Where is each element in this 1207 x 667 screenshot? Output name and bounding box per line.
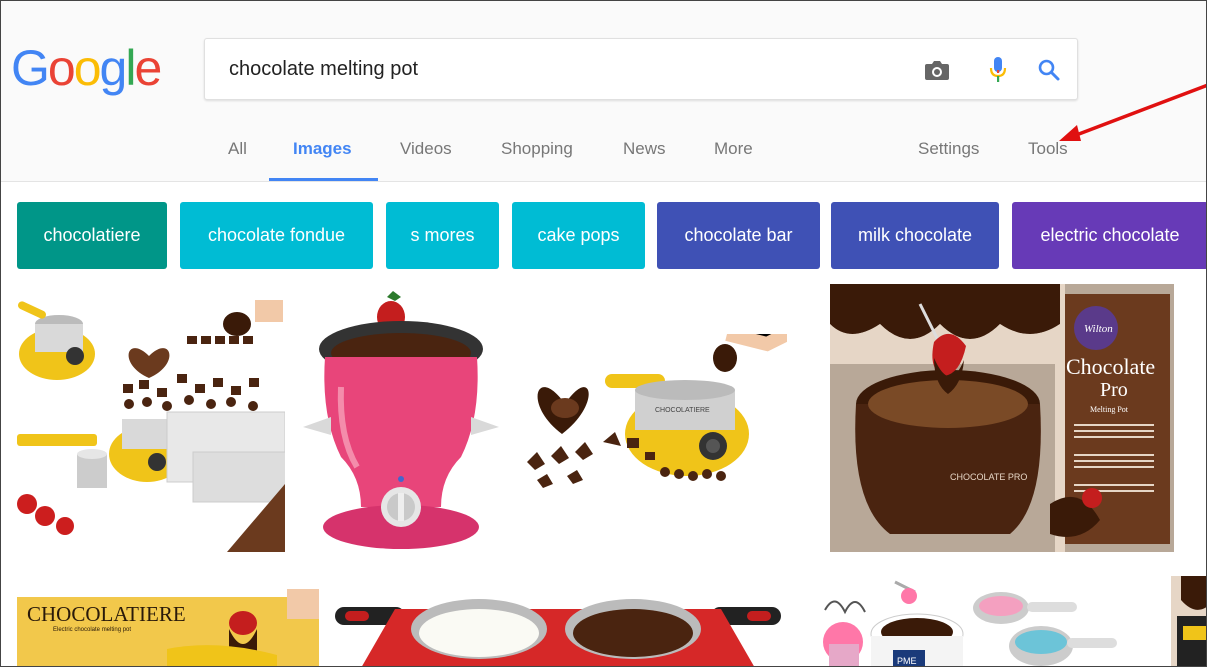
search-tabs: All Images Videos Shopping News More Set… <box>1 131 1206 182</box>
chip-chocolatiere[interactable]: chocolatiere <box>17 202 167 269</box>
chip-label: chocolate fondue <box>207 225 346 245</box>
partial-chocolate-image <box>1171 576 1206 666</box>
image-result-3[interactable]: CHOCOLATIERE <box>517 334 787 499</box>
search-input[interactable] <box>229 53 909 85</box>
mic-icon[interactable] <box>983 55 1013 85</box>
pme-melting-pot-image: PME <box>805 572 1149 666</box>
wilton-title-1: Chocolate <box>1066 354 1155 379</box>
tab-more[interactable]: More <box>714 139 753 159</box>
image-result-4[interactable]: CHOCOLATE PRO Wilton Chocolate Pro Melti… <box>830 284 1174 552</box>
chip-label: chocolate bar <box>684 225 793 245</box>
related-search-chips: chocolatiere chocolate fondue s mores ca… <box>1 202 1206 270</box>
tab-shopping[interactable]: Shopping <box>501 139 573 159</box>
image-result-1[interactable] <box>17 294 285 552</box>
chip-label: milk chocolate <box>857 225 973 245</box>
chocolatiere-box-subtitle: Electric chocolate melting pot <box>53 627 131 633</box>
pink-melting-pot-image <box>301 287 501 551</box>
tab-news[interactable]: News <box>623 139 666 159</box>
logo-letter: o <box>47 40 76 96</box>
image-result-2[interactable] <box>301 287 501 551</box>
tab-videos[interactable]: Videos <box>400 139 452 159</box>
wilton-brand-text: Wilton <box>1084 323 1113 335</box>
logo-letter: e <box>134 40 162 96</box>
annotation-arrow <box>1059 83 1206 141</box>
chip-chocolate-fondue[interactable]: chocolate fondue <box>180 202 373 269</box>
image-result-8[interactable] <box>1171 576 1206 666</box>
search-box <box>204 38 1078 100</box>
image-result-6[interactable] <box>335 589 781 666</box>
search-header: Google chocolate melting pot All Images … <box>1 1 1206 182</box>
chip-electric-chocolate[interactable]: electric chocolate <box>1012 202 1206 269</box>
tab-settings[interactable]: Settings <box>918 139 979 159</box>
logo-letter: l <box>125 40 136 96</box>
chocolatiere-box-image: CHOCOLATIERE Electric chocolate melting … <box>17 589 319 666</box>
logo-letter: g <box>99 40 128 96</box>
pme-label: PME <box>897 656 917 666</box>
chocolatiere-pot-image: CHOCOLATIERE <box>517 334 787 499</box>
wilton-chocolate-pro-image: CHOCOLATE PRO Wilton Chocolate Pro Melti… <box>830 284 1174 552</box>
chip-label: cake pops <box>537 225 620 245</box>
chip-cake-pops[interactable]: cake pops <box>512 202 645 269</box>
camera-icon[interactable] <box>922 55 952 85</box>
chip-label: s mores <box>410 225 475 245</box>
pot3-brand-text: CHOCOLATIERE <box>655 407 710 414</box>
tab-all[interactable]: All <box>228 139 247 159</box>
tab-images[interactable]: Images <box>293 139 352 159</box>
chocolatiere-box-title: CHOCOLATIERE <box>27 602 186 626</box>
chip-chocolate-bar[interactable]: chocolate bar <box>657 202 820 269</box>
chip-milk-chocolate[interactable]: milk chocolate <box>831 202 999 269</box>
image-results-grid: CHOCOLATIERE CHOCOLATE PRO Wilton Chocol… <box>1 284 1206 666</box>
wilton-title-2: Pro <box>1100 379 1128 401</box>
logo-letter: G <box>11 40 50 96</box>
chip-label: electric chocolate <box>1040 225 1180 245</box>
red-double-melting-pot-image <box>335 589 781 666</box>
chip-s-mores[interactable]: s mores <box>386 202 499 269</box>
logo-letter: o <box>73 40 102 96</box>
google-logo[interactable]: Google <box>11 39 162 97</box>
wilton-subtitle: Melting Pot <box>1090 405 1129 414</box>
chocolate-melting-set-image <box>17 294 285 552</box>
chip-label: chocolatiere <box>43 225 141 245</box>
image-result-7[interactable]: PME <box>805 572 1149 666</box>
image-result-5[interactable]: CHOCOLATIERE Electric chocolate melting … <box>17 589 319 666</box>
active-tab-indicator <box>269 178 378 181</box>
browser-viewport: Google chocolate melting pot All Images … <box>0 0 1207 667</box>
wilton-pot-label: CHOCOLATE PRO <box>950 472 1027 482</box>
